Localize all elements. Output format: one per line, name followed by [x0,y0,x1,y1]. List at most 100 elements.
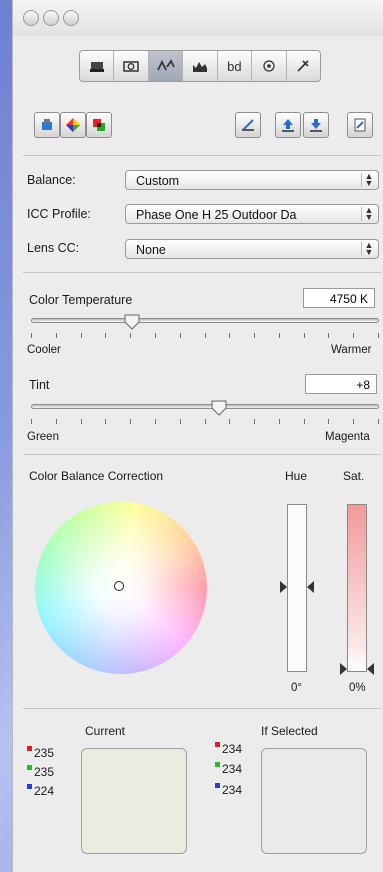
color-temperature-input[interactable]: 4750 K [303,288,375,308]
current-green-text: 235 [34,765,55,779]
minimize-button[interactable] [43,10,59,26]
histogram-icon [192,62,207,72]
tick-mark [229,333,231,338]
tick-mark [31,333,32,338]
color-temperature-thumb[interactable] [124,314,140,330]
tick-mark [254,419,256,424]
divider [23,155,381,156]
cooler-label: Cooler [27,344,61,356]
tab-pin[interactable] [287,51,320,81]
tab-color[interactable] [148,51,184,81]
bd-text-icon: bd [227,58,242,74]
tick-marks [31,419,379,425]
apply-down-button[interactable] [303,112,329,138]
lens-cc-select[interactable]: None ▲ ▼ [125,239,379,259]
flower-icon [263,60,275,72]
title-bar [13,0,383,36]
tick-mark [179,419,181,424]
arrow-down-icon [310,119,322,132]
color-balance-label: Color Balance Correction [29,469,164,483]
tick-mark [278,419,280,424]
tint-slider[interactable] [31,404,379,409]
current-blue-text: 224 [34,784,55,798]
tint-label: Tint [29,378,50,392]
color-temperature-slider[interactable] [31,318,379,323]
tick-marks [31,333,379,339]
current-green-value: 235 [27,765,54,779]
edit-icon [242,119,254,131]
color-picker-button[interactable] [60,112,86,138]
tick-mark [55,419,57,424]
tab-bd[interactable]: bd [218,51,253,81]
magenta-label: Magenta [325,431,370,443]
close-button[interactable] [23,10,39,26]
chevron-updown-icon: ▲ ▼ [361,241,376,257]
tab-exposure[interactable] [183,51,218,81]
color-diamond-icon [66,118,80,132]
current-red-text: 235 [34,746,55,760]
icc-profile-value: Phase One H 25 Outdoor Da [136,208,297,222]
tab-focus[interactable] [252,51,287,81]
copy-up-button[interactable] [275,112,301,138]
lens-cc-value: None [136,243,166,257]
if-selected-color-swatch [261,748,367,854]
tick-mark [254,333,256,338]
red-dot-icon [215,742,220,747]
eyedropper-button[interactable] [34,112,60,138]
tick-mark [130,333,132,338]
current-label: Current [85,724,126,738]
if-selected-label: If Selected [261,724,318,738]
tick-mark [179,333,181,338]
edit-button[interactable] [235,112,261,138]
tick-mark [229,419,231,424]
tick-mark [378,333,379,338]
tab-camera[interactable] [114,51,149,81]
balance-label: Balance: [27,173,76,187]
tick-mark [328,333,330,338]
divider [23,708,381,709]
red-dot-icon [27,746,32,751]
tick-mark [378,419,379,424]
tick-mark [353,419,355,424]
selected-blue-text: 234 [222,783,243,797]
lens-cc-label: Lens CC: [27,241,80,255]
tick-mark [55,333,57,338]
chevron-updown-icon: ▲ ▼ [361,172,376,188]
swap-colors-icon [93,119,105,131]
saturation-bar[interactable] [347,504,367,672]
hue-value: 0° [291,682,302,694]
swap-colors-button[interactable] [86,112,112,138]
tick-mark [328,419,330,424]
balance-select[interactable]: Custom ▲ ▼ [125,170,379,190]
notes-button[interactable] [347,112,373,138]
saturation-thumb[interactable] [339,662,375,676]
tick-mark [80,333,82,338]
tool-tabs: bd [79,50,321,82]
tick-mark [154,419,156,424]
arrow-up-icon [282,119,294,132]
selected-red-value: 234 [215,742,242,756]
tick-mark [353,333,355,338]
tint-input[interactable]: +8 [305,374,377,394]
color-temperature-label: Color Temperature [29,293,133,307]
tint-thumb[interactable] [211,400,227,416]
balance-value: Custom [136,174,180,188]
tick-mark [278,333,280,338]
tab-camera-body[interactable] [80,51,115,81]
tick-mark [204,419,206,424]
warmer-label: Warmer [331,344,372,356]
tick-mark [154,333,156,338]
tick-mark [303,419,305,424]
icc-profile-select[interactable]: Phase One H 25 Outdoor Da ▲ ▼ [125,204,379,224]
tick-mark [130,419,132,424]
color-panel: bd Balance: Custom ▲ ▼ ICC Profile: Phase… [12,0,383,872]
tick-mark [31,419,32,424]
selected-green-text: 234 [222,762,243,776]
zoom-button[interactable] [63,10,79,26]
wheel-marker[interactable] [114,581,124,591]
tick-mark [105,419,107,424]
blue-dot-icon [215,783,220,788]
blue-dot-icon [27,784,32,789]
eyedropper-icon [42,119,52,130]
hue-thumb[interactable] [279,580,315,594]
